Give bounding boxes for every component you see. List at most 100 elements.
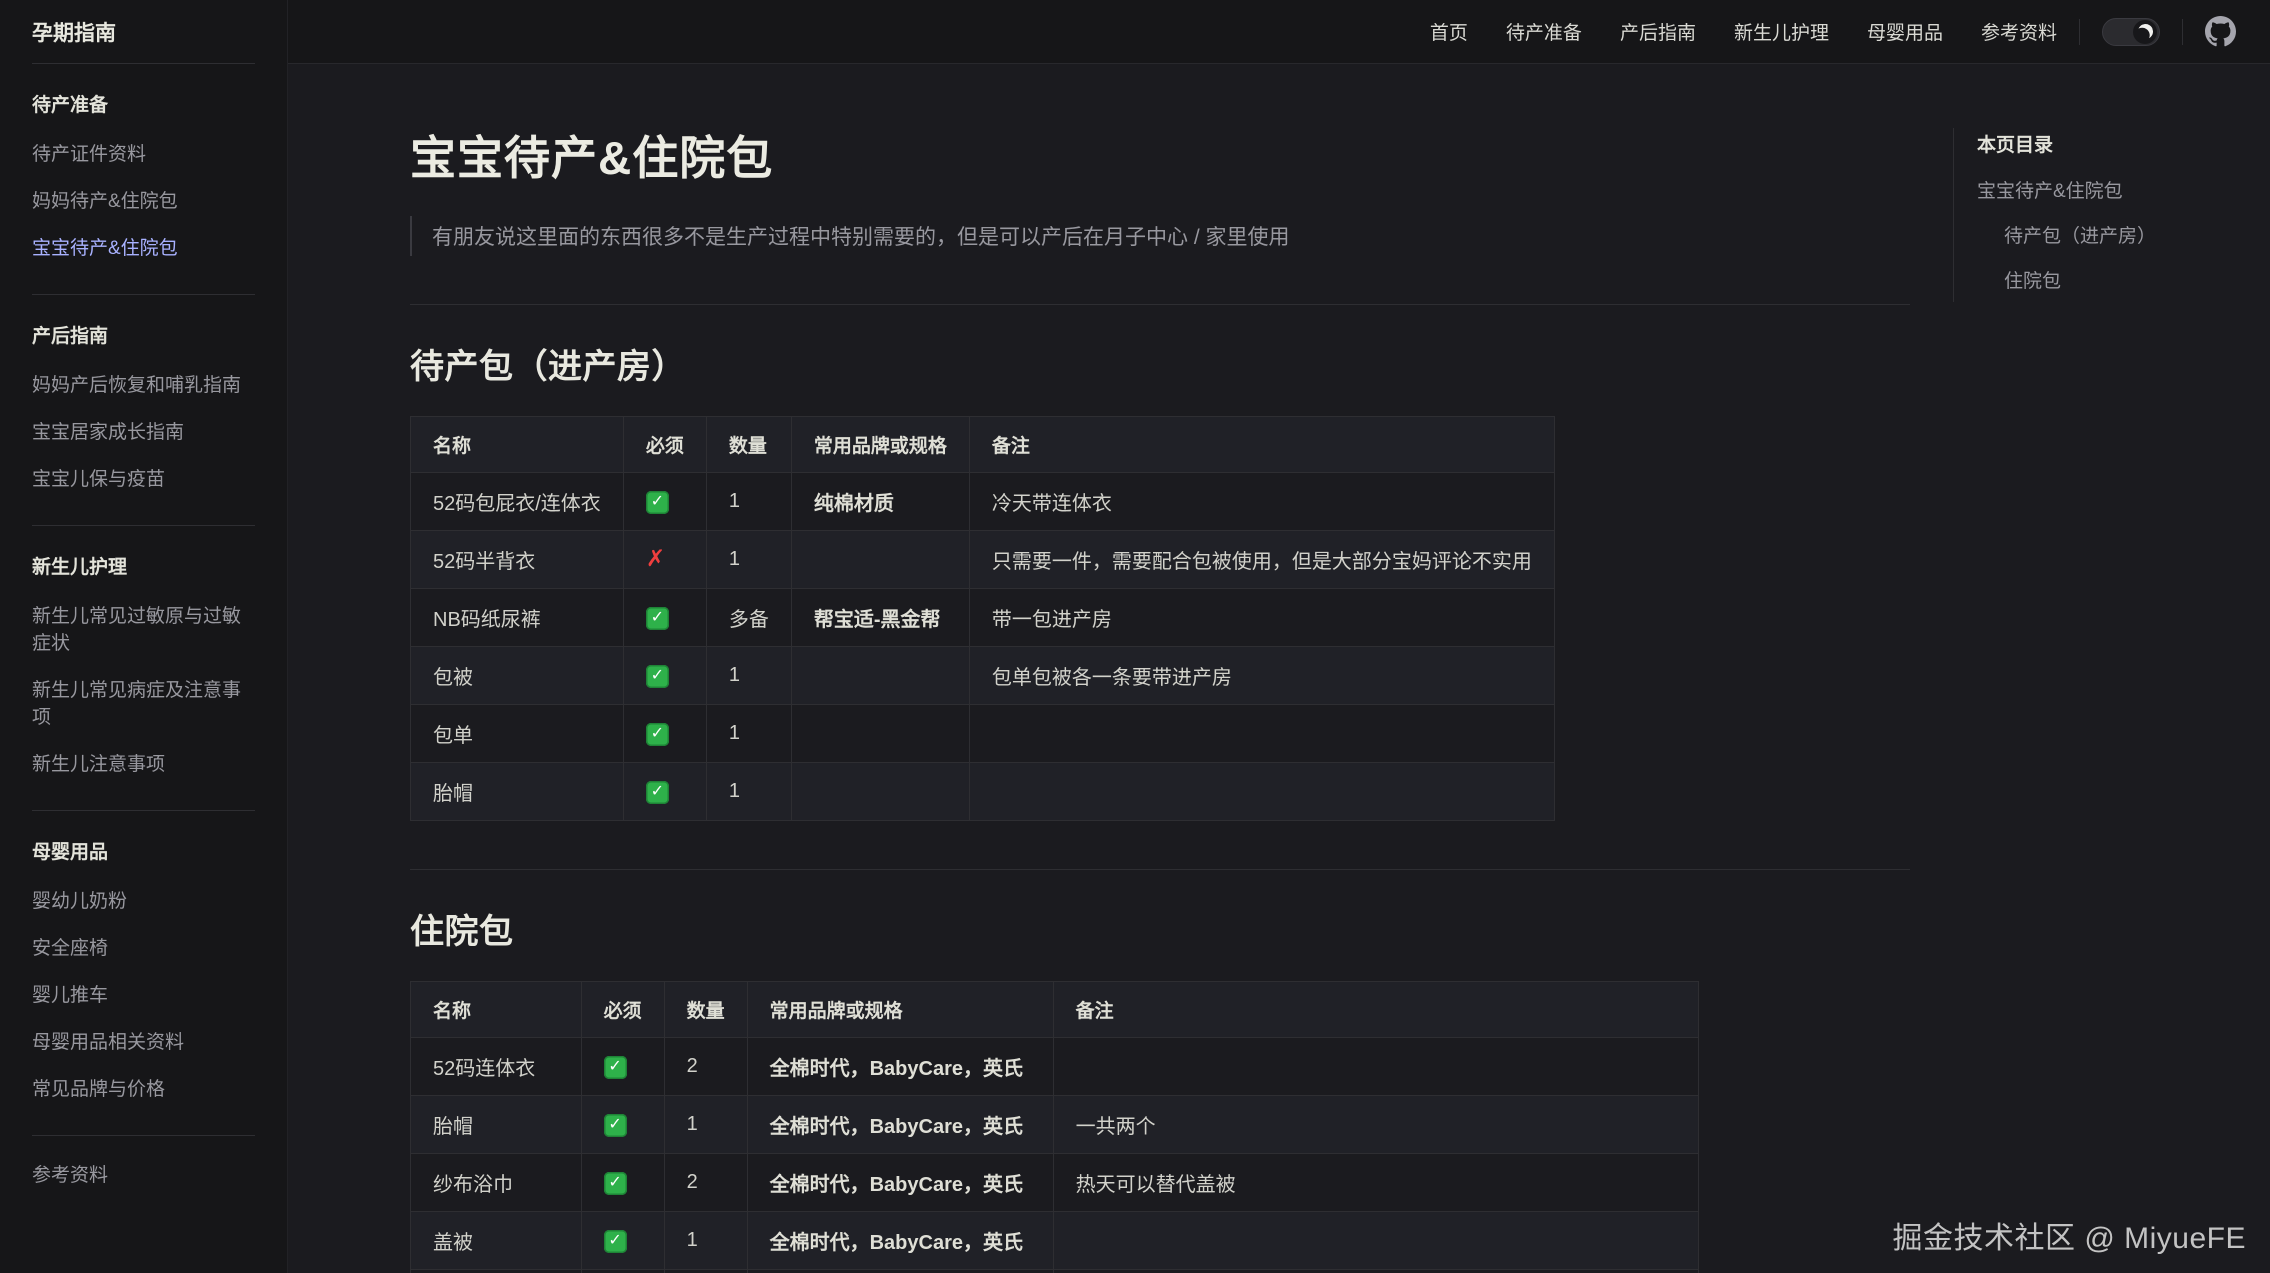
cell-required: ✓ <box>581 1270 664 1273</box>
sidebar-item[interactable]: 新生儿常见过敏原与过敏症状 <box>32 591 255 665</box>
sidebar: 孕期指南 待产准备待产证件资料妈妈待产&住院包宝宝待产&住院包产后指南妈妈产后恢… <box>0 0 288 1273</box>
cell-note: 包单包被各一条要带进产房 <box>969 647 1554 705</box>
cell-note <box>1053 1212 1698 1270</box>
table-row: 纱布浴巾✓2全棉时代，BabyCare，英氏热天可以替代盖被 <box>411 1154 1699 1212</box>
sidebar-item[interactable]: 常见品牌与价格 <box>32 1064 255 1111</box>
cell-required: ✓ <box>623 589 706 647</box>
main-content: 宝宝待产&住院包 有朋友说这里面的东西很多不是生产过程中特别需要的，但是可以产后… <box>288 0 1910 1273</box>
watermark: 掘金技术社区 @ MiyueFE <box>1893 1213 2246 1257</box>
table-row: 包被✓1包单包被各一条要带进产房 <box>411 647 1555 705</box>
check-icon: ✓ <box>604 1172 627 1195</box>
sidebar-item[interactable]: 宝宝居家成长指南 <box>32 407 255 454</box>
cell-required: ✓ <box>623 473 706 531</box>
outline-items: 宝宝待产&住院包待产包（进产房）住院包 <box>1977 167 2253 302</box>
table-row: 胎帽✓1全棉时代，BabyCare，英氏一共两个 <box>411 1096 1699 1154</box>
table-header-row: 名称必须数量常用品牌或规格备注 <box>411 982 1699 1038</box>
cell-brand: 纯棉材质 <box>791 473 969 531</box>
nav-link-6[interactable]: 参考资料 <box>1981 18 2057 45</box>
nav-link-4[interactable]: 新生儿护理 <box>1734 18 1829 45</box>
cell-note <box>1053 1038 1698 1096</box>
sidebar-group-3: 新生儿护理新生儿常见过敏原与过敏症状新生儿常见病症及注意事项新生儿注意事项 <box>32 525 255 810</box>
table-row: 盖被✓1全棉时代，BabyCare，英氏 <box>411 1212 1699 1270</box>
sidebar-item[interactable]: 妈妈待产&住院包 <box>32 176 255 223</box>
sidebar-item[interactable]: 母婴用品相关资料 <box>32 1017 255 1064</box>
column-header: 数量 <box>706 417 791 473</box>
table-row: 52码连体衣✓2全棉时代，BabyCare，英氏 <box>411 1038 1699 1096</box>
cell-name: 胎帽 <box>411 763 624 821</box>
column-header: 必须 <box>623 417 706 473</box>
sidebar-item[interactable]: 安全座椅 <box>32 923 255 970</box>
cell-brand: 全棉时代，BabyCare，英氏 <box>747 1270 1053 1273</box>
cell-required: ✗ <box>623 531 706 589</box>
theme-toggle[interactable] <box>2102 18 2160 46</box>
check-icon: ✓ <box>646 491 669 514</box>
sidebar-item[interactable]: 婴幼儿奶粉 <box>32 876 255 923</box>
cell-name: NB码纸尿裤 <box>411 589 624 647</box>
check-icon: ✓ <box>604 1114 627 1137</box>
sidebar-nav: 待产准备待产证件资料妈妈待产&住院包宝宝待产&住院包产后指南妈妈产后恢复和哺乳指… <box>32 64 255 1221</box>
column-header: 常用品牌或规格 <box>791 417 969 473</box>
cell-note <box>969 763 1554 821</box>
cell-required: ✓ <box>623 705 706 763</box>
sidebar-item[interactable]: 新生儿常见病症及注意事项 <box>32 665 255 739</box>
sidebar-item[interactable]: 宝宝儿保与疫苗 <box>32 454 255 501</box>
cell-note: 带一包进产房 <box>969 589 1554 647</box>
check-icon: ✓ <box>646 607 669 630</box>
cell-qty: 2 <box>664 1038 747 1096</box>
cell-required: ✓ <box>581 1096 664 1154</box>
outline-item[interactable]: 待产包（进产房） <box>1977 212 2253 257</box>
cell-brand: 全棉时代，BabyCare，英氏 <box>747 1212 1053 1270</box>
cell-brand: 全棉时代，BabyCare，英氏 <box>747 1038 1053 1096</box>
cell-name: 胎帽 <box>411 1096 582 1154</box>
sidebar-group-title: 母婴用品 <box>32 825 255 876</box>
site-title[interactable]: 孕期指南 <box>32 0 255 64</box>
nav-links: 首页 待产准备 产后指南 新生儿护理 母婴用品 参考资料 <box>1430 18 2057 45</box>
cell-name: 纱布浴巾 <box>411 1154 582 1212</box>
nav-link-2[interactable]: 待产准备 <box>1506 18 1582 45</box>
sidebar-item[interactable]: 宝宝待产&住院包 <box>32 223 255 270</box>
cell-qty: 1 <box>706 763 791 821</box>
table-row: 小方巾/口水巾✓4全棉时代，BabyCare，英氏部分店铺有五条装，可直接买 <box>411 1270 1699 1273</box>
cell-brand <box>791 763 969 821</box>
check-icon: ✓ <box>646 665 669 688</box>
column-header: 备注 <box>1053 982 1698 1038</box>
column-header: 常用品牌或规格 <box>747 982 1053 1038</box>
cell-qty: 1 <box>706 473 791 531</box>
column-header: 数量 <box>664 982 747 1038</box>
cell-note: 一共两个 <box>1053 1096 1698 1154</box>
doc-section-2: 住院包名称必须数量常用品牌或规格备注52码连体衣✓2全棉时代，BabyCare，… <box>410 869 1910 1273</box>
cell-qty: 1 <box>706 531 791 589</box>
check-icon: ✓ <box>646 723 669 746</box>
github-link[interactable] <box>2205 16 2236 47</box>
sidebar-item[interactable]: 婴儿推车 <box>32 970 255 1017</box>
moon-icon <box>2136 23 2154 41</box>
outline-item[interactable]: 宝宝待产&住院包 <box>1977 167 2253 212</box>
check-icon: ✓ <box>646 781 669 804</box>
check-icon: ✓ <box>604 1230 627 1253</box>
nav-link-3[interactable]: 产后指南 <box>1620 18 1696 45</box>
sidebar-item[interactable]: 待产证件资料 <box>32 129 255 176</box>
outline-item[interactable]: 住院包 <box>1977 257 2253 302</box>
cross-icon: ✗ <box>646 545 665 571</box>
cell-brand: 全棉时代，BabyCare，英氏 <box>747 1154 1053 1212</box>
cell-required: ✓ <box>581 1212 664 1270</box>
cell-brand <box>791 647 969 705</box>
top-navbar: 首页 待产准备 产后指南 新生儿护理 母婴用品 参考资料 <box>288 0 2270 64</box>
page-outline: 本页目录 宝宝待产&住院包待产包（进产房）住院包 <box>1953 128 2253 302</box>
cell-note: 冷天带连体衣 <box>969 473 1554 531</box>
column-header: 名称 <box>411 417 624 473</box>
theme-toggle-knob <box>2133 20 2157 44</box>
column-header: 必须 <box>581 982 664 1038</box>
sidebar-item[interactable]: 参考资料 <box>32 1150 255 1197</box>
table-row: 胎帽 ✓ 1 <box>411 763 1555 821</box>
cell-required: ✓ <box>623 763 706 821</box>
sidebar-group-5: 参考资料 <box>32 1135 255 1221</box>
doc-sections: 待产包（进产房）名称必须数量常用品牌或规格备注52码包屁衣/连体衣✓1纯棉材质冷… <box>410 304 1910 1273</box>
cell-name: 52码连体衣 <box>411 1038 582 1096</box>
nav-link-1[interactable]: 首页 <box>1430 18 1468 45</box>
sidebar-item[interactable]: 妈妈产后恢复和哺乳指南 <box>32 360 255 407</box>
page-title: 宝宝待产&住院包 <box>410 122 1910 188</box>
sidebar-item[interactable]: 新生儿注意事项 <box>32 739 255 786</box>
data-table: 名称必须数量常用品牌或规格备注52码包屁衣/连体衣✓1纯棉材质冷天带连体衣52码… <box>410 416 1555 821</box>
nav-link-5[interactable]: 母婴用品 <box>1867 18 1943 45</box>
